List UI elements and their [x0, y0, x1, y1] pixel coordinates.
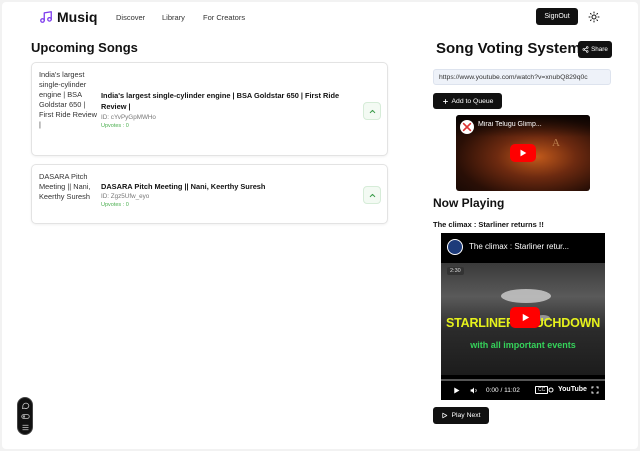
upvote-button[interactable]: [363, 102, 381, 120]
now-playing-heading: Now Playing: [433, 196, 505, 210]
upvote-button[interactable]: [363, 186, 381, 204]
chevron-up-icon: [369, 109, 375, 113]
share-button[interactable]: Share: [578, 41, 612, 58]
channel-logo-icon: [462, 122, 472, 132]
nav-link-library[interactable]: Library: [162, 13, 185, 22]
song-thumbnail: India's largest single-cylinder engine |…: [39, 70, 97, 129]
play-icon: [520, 149, 527, 157]
list-icon[interactable]: [21, 423, 30, 432]
video-time: 0:00 / 11:02: [486, 387, 520, 394]
song-card: DASARA Pitch Meeting || Nani, Keerthy Su…: [31, 164, 388, 224]
capsule-shape: [501, 289, 551, 303]
app-window: Musiq Discover Library For Creators Sign…: [2, 2, 638, 449]
play-button[interactable]: [510, 307, 540, 328]
music-note-icon: [40, 11, 52, 23]
play-next-label: Play Next: [451, 412, 481, 419]
fullscreen-icon[interactable]: [591, 386, 599, 394]
song-upvotes: Upvotes : 0: [101, 123, 129, 129]
brand-name: Musiq: [57, 9, 98, 25]
song-card: India's largest single-cylinder engine |…: [31, 62, 388, 156]
play-next-button[interactable]: Play Next: [433, 407, 489, 424]
play-icon: [522, 313, 529, 322]
play-icon: [442, 412, 448, 419]
preview-logo-text: A: [552, 137, 560, 149]
channel-avatar: [460, 120, 474, 134]
progress-bar[interactable]: [441, 379, 605, 381]
song-title: DASARA Pitch Meeting || Nani, Keerthy Su…: [101, 182, 266, 191]
navbar: Musiq Discover Library For Creators Sign…: [2, 2, 638, 33]
youtube-logo[interactable]: YouTube: [558, 386, 587, 393]
upcoming-songs-title: Upcoming Songs: [31, 40, 138, 55]
overlay-subline: with all important events: [470, 340, 576, 350]
now-playing-player[interactable]: The climax : Starliner retur... 2:30 STA…: [441, 233, 605, 400]
signout-button[interactable]: SignOut: [536, 8, 578, 25]
song-id: ID: cYvPyGpMWHo: [101, 114, 156, 121]
chevron-up-icon: [369, 193, 375, 197]
song-upvotes: Upvotes : 0: [101, 202, 129, 208]
volume-icon[interactable]: [469, 386, 479, 395]
time-badge: 2:30: [447, 267, 464, 275]
toggle-icon[interactable]: [21, 412, 30, 421]
video-title: The climax : Starliner retur...: [469, 242, 570, 251]
share-label: Share: [591, 46, 608, 53]
brand-logo[interactable]: Musiq: [39, 9, 97, 25]
song-title: India's largest single-cylinder engine |…: [101, 91, 340, 112]
add-to-queue-label: Add to Queue: [451, 97, 494, 105]
plus-icon: [442, 98, 448, 104]
youtube-url-input[interactable]: [433, 69, 611, 85]
nav-link-for-creators[interactable]: For Creators: [203, 13, 245, 22]
dev-tools-toolbar: [17, 397, 33, 435]
add-to-queue-button[interactable]: Add to Queue: [433, 93, 502, 109]
video-preview[interactable]: Mirai Telugu Glimp... A: [456, 115, 590, 191]
voting-system-title: Song Voting System: [436, 40, 581, 57]
song-id: ID: Zgz5Ufw_eyo: [101, 193, 150, 200]
song-thumbnail: DASARA Pitch Meeting || Nani, Keerthy Su…: [39, 172, 91, 201]
settings-icon[interactable]: [547, 386, 555, 394]
nav-link-discover[interactable]: Discover: [116, 13, 145, 22]
sun-icon[interactable]: [588, 11, 600, 23]
channel-avatar: [447, 239, 463, 255]
share-icon: [582, 46, 589, 53]
play-button[interactable]: [510, 144, 536, 162]
chat-icon[interactable]: [21, 401, 30, 410]
play-icon[interactable]: [452, 386, 461, 395]
video-preview-title: Mirai Telugu Glimp...: [478, 121, 542, 128]
now-playing-song-title: The climax : Starliner returns !!: [433, 220, 544, 229]
